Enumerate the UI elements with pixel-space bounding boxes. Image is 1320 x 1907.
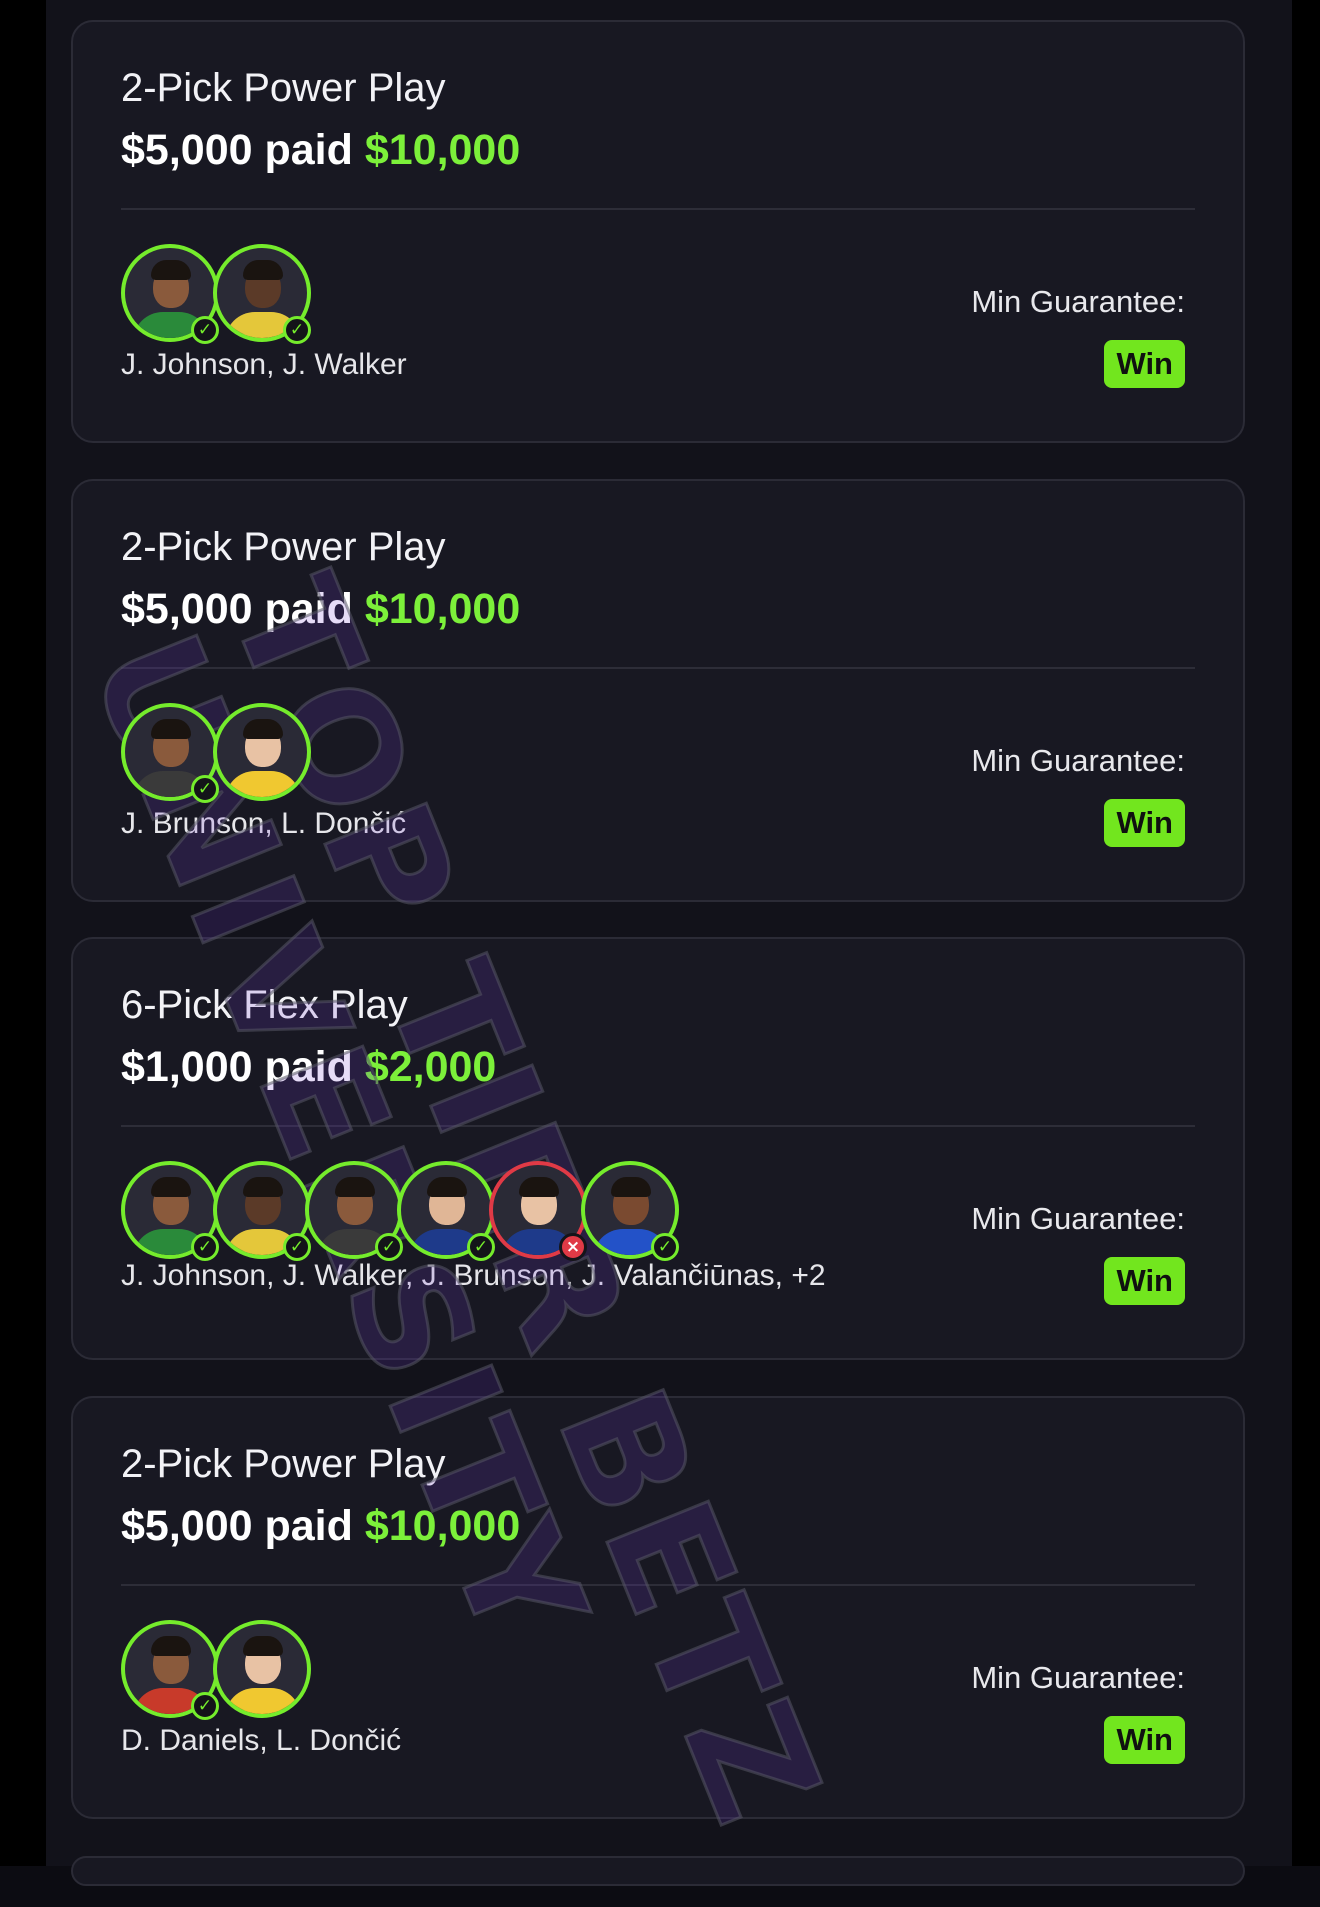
player-avatar[interactable] <box>213 703 311 801</box>
divider <box>121 1584 1195 1586</box>
result-badge: Win <box>1104 799 1185 847</box>
avatar-hair <box>243 1177 283 1197</box>
checkmark-icon: ✓ <box>191 1692 219 1720</box>
min-guarantee-label: Min Guarantee: <box>971 1201 1185 1236</box>
x-icon: × <box>559 1233 587 1261</box>
checkmark-icon: ✓ <box>651 1233 679 1261</box>
result-badge: Win <box>1104 340 1185 388</box>
checkmark-icon: ✓ <box>283 1233 311 1261</box>
checkmark-icon: ✓ <box>467 1233 495 1261</box>
divider <box>121 1125 1195 1127</box>
entry-payout: $10,000 <box>364 1502 521 1550</box>
entry-title: 6-Pick Flex Play <box>121 983 408 1027</box>
result-badge: Win <box>1104 1257 1185 1305</box>
avatar-hair <box>151 1177 191 1197</box>
entry-payout: $2,000 <box>364 1043 497 1091</box>
left-black-bar <box>0 0 46 1866</box>
entry-amount: $1,000 paid $2,000 <box>121 1043 496 1092</box>
min-guarantee-label: Min Guarantee: <box>971 1660 1185 1695</box>
min-guarantee-label: Min Guarantee: <box>971 284 1185 319</box>
entry-paid: $1,000 paid <box>121 1043 353 1091</box>
entries-screen: 2-Pick Power Play $5,000 paid $10,000 ✓ ✓… <box>46 0 1292 1886</box>
entry-card[interactable]: 6-Pick Flex Play $1,000 paid $2,000 ✓ ✓ ✓ ✓… <box>71 937 1245 1360</box>
checkmark-icon: ✓ <box>191 775 219 803</box>
entry-card[interactable]: 2-Pick Power Play $5,000 paid $10,000 ✓ … <box>71 1396 1245 1819</box>
avatar-hair <box>151 1636 191 1656</box>
entry-players: J. Brunson, L. Dončić <box>121 807 407 840</box>
divider <box>121 208 1195 210</box>
entry-title: 2-Pick Power Play <box>121 525 446 569</box>
avatar-jersey <box>225 771 301 797</box>
min-guarantee-label: Min Guarantee: <box>971 743 1185 778</box>
avatar-hair <box>243 719 283 739</box>
entry-payout: $10,000 <box>364 126 521 174</box>
checkmark-icon: ✓ <box>375 1233 403 1261</box>
entry-players: D. Daniels, L. Dončić <box>121 1724 402 1757</box>
checkmark-icon: ✓ <box>283 316 311 344</box>
divider <box>121 667 1195 669</box>
entry-paid: $5,000 paid <box>121 585 353 633</box>
result-badge: Win <box>1104 1716 1185 1764</box>
next-entry-card-partial[interactable] <box>71 1856 1245 1886</box>
avatar-hair <box>151 260 191 280</box>
entry-players: J. Johnson, J. Walker, J. Brunson, J. Va… <box>121 1259 826 1292</box>
entry-players: J. Johnson, J. Walker <box>121 348 407 381</box>
checkmark-icon: ✓ <box>191 1233 219 1261</box>
entry-payout: $10,000 <box>364 585 521 633</box>
entry-paid: $5,000 paid <box>121 1502 353 1550</box>
avatar-hair <box>335 1177 375 1197</box>
right-black-bar <box>1292 0 1320 1866</box>
entry-amount: $5,000 paid $10,000 <box>121 1502 520 1551</box>
player-avatar[interactable] <box>213 1620 311 1718</box>
checkmark-icon: ✓ <box>191 316 219 344</box>
avatar-hair <box>427 1177 467 1197</box>
entry-title: 2-Pick Power Play <box>121 66 446 110</box>
avatar-hair <box>611 1177 651 1197</box>
entry-amount: $5,000 paid $10,000 <box>121 585 520 634</box>
avatar-hair <box>519 1177 559 1197</box>
avatar-hair <box>151 719 191 739</box>
avatar-hair <box>243 260 283 280</box>
avatar-jersey <box>225 1688 301 1714</box>
entry-paid: $5,000 paid <box>121 126 353 174</box>
entry-card[interactable]: 2-Pick Power Play $5,000 paid $10,000 ✓ … <box>71 479 1245 902</box>
entry-amount: $5,000 paid $10,000 <box>121 126 520 175</box>
entry-card[interactable]: 2-Pick Power Play $5,000 paid $10,000 ✓ ✓… <box>71 20 1245 443</box>
entry-title: 2-Pick Power Play <box>121 1442 446 1486</box>
avatar-hair <box>243 1636 283 1656</box>
